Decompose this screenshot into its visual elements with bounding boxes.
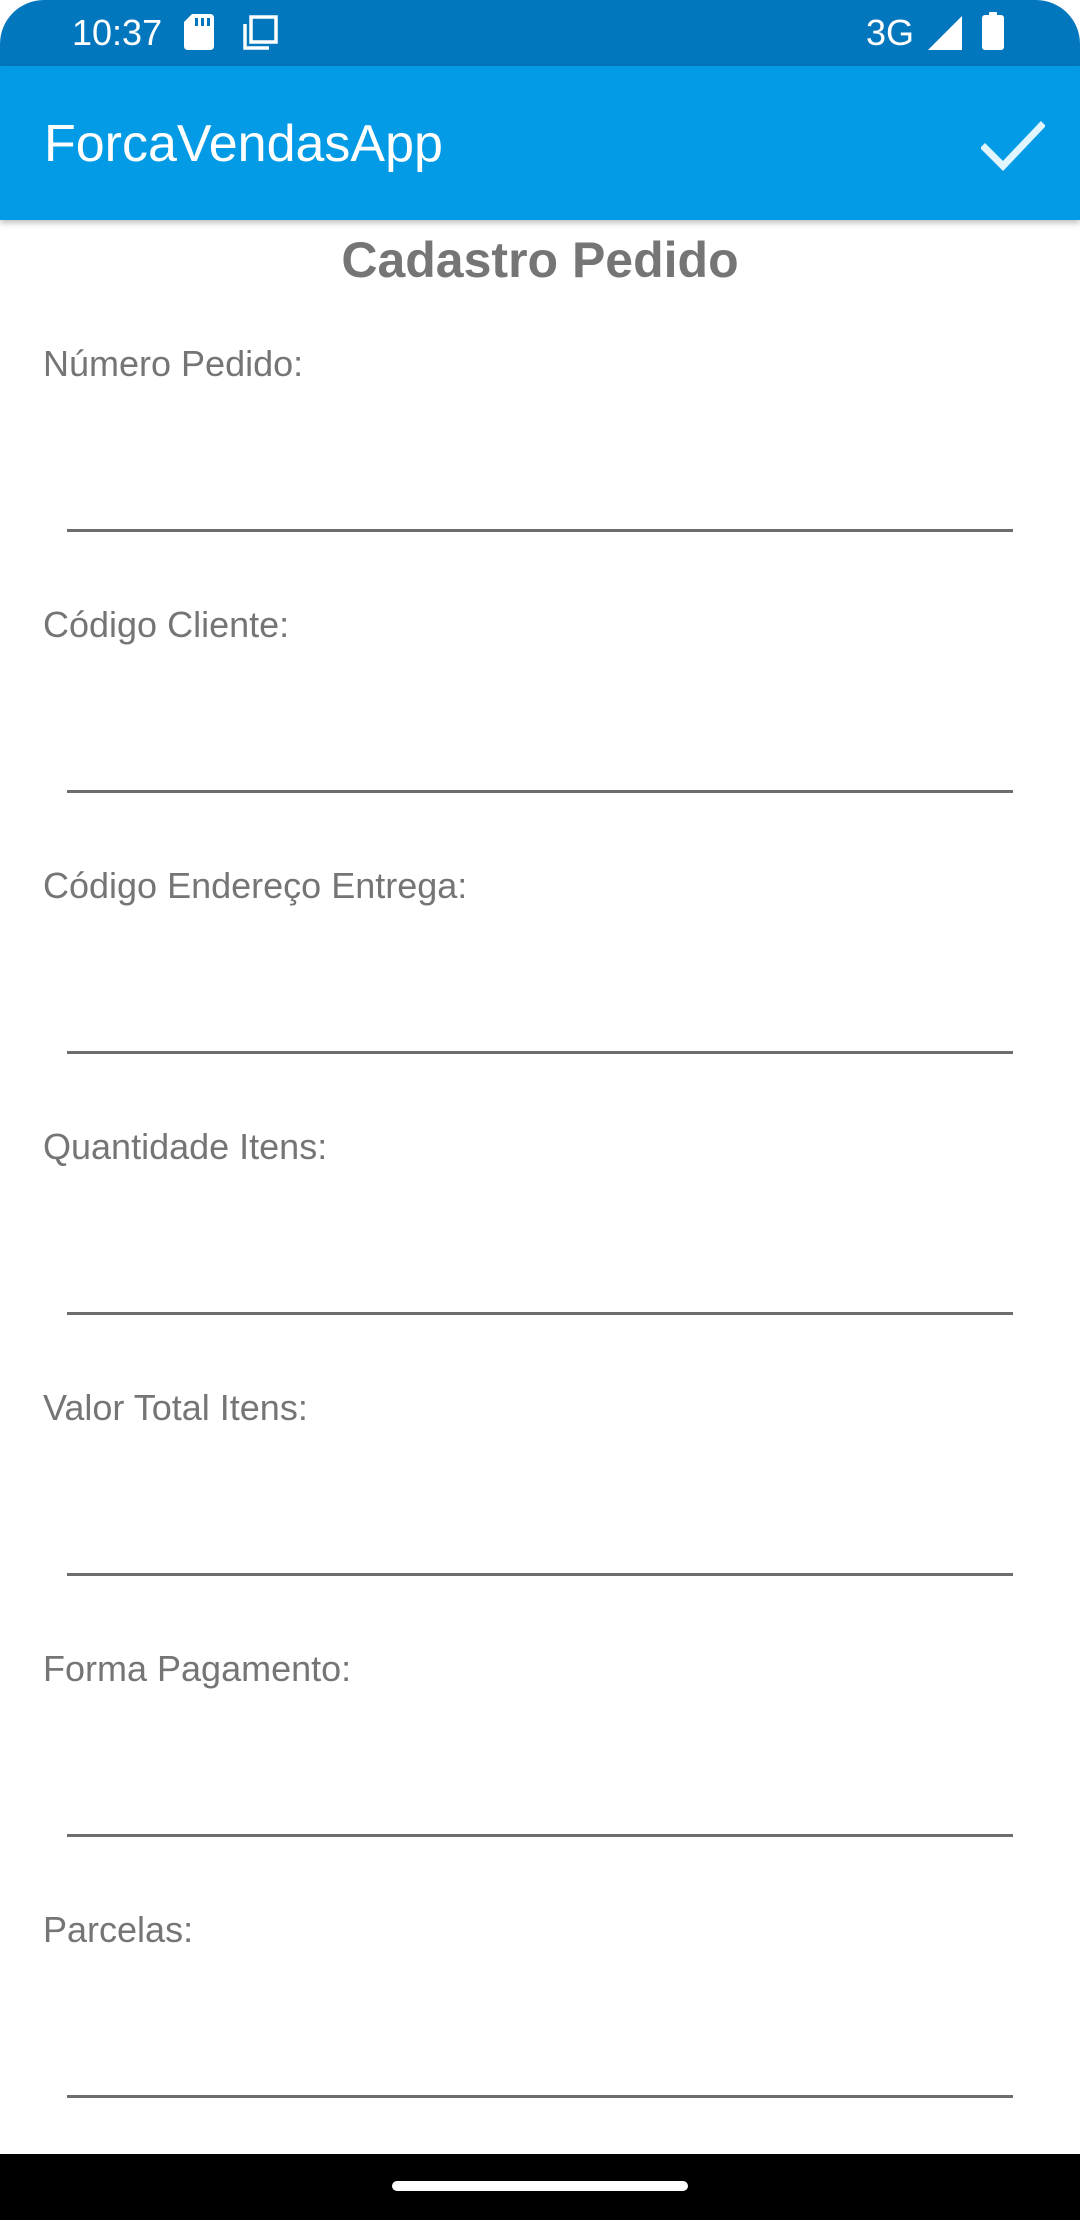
parcelas-input[interactable] [67, 2022, 1013, 2098]
forma-pagamento-input[interactable] [67, 1761, 1013, 1837]
field-label-forma-pagamento: Forma Pagamento: [43, 1648, 352, 1689]
field-label-numero-pedido: Número Pedido: [43, 343, 304, 384]
form-title: Cadastro Pedido [341, 232, 739, 288]
field-label-parcelas: Parcelas: [43, 1909, 194, 1950]
status-time: 10:37 [72, 12, 163, 53]
field-label-quantidade-itens: Quantidade Itens: [43, 1126, 328, 1167]
check-icon [981, 121, 1045, 172]
app-title: ForcaVendasApp [44, 115, 443, 173]
battery-icon [982, 12, 1004, 50]
numero-pedido-input[interactable] [67, 456, 1013, 532]
sd-card-icon [184, 14, 214, 50]
valor-total-itens-input[interactable] [67, 1500, 1013, 1576]
confirm-button[interactable] [968, 108, 1058, 184]
navigation-bar [0, 2154, 1080, 2220]
home-gesture-handle[interactable] [392, 2181, 688, 2191]
signal-icon [928, 16, 962, 50]
field-label-codigo-cliente: Código Cliente: [43, 604, 290, 645]
codigo-cliente-input[interactable] [67, 717, 1013, 793]
app-bar: ForcaVendasApp [0, 66, 1080, 220]
field-label-valor-total-itens: Valor Total Itens: [43, 1387, 308, 1428]
quantidade-itens-input[interactable] [67, 1239, 1013, 1315]
status-bar: 10:37 3G [0, 0, 1080, 66]
field-label-codigo-endereco-entrega: Código Endereço Entrega: [43, 865, 468, 906]
screen-copy-icon [243, 15, 278, 50]
network-type: 3G [866, 12, 915, 53]
codigo-endereco-entrega-input[interactable] [67, 978, 1013, 1054]
